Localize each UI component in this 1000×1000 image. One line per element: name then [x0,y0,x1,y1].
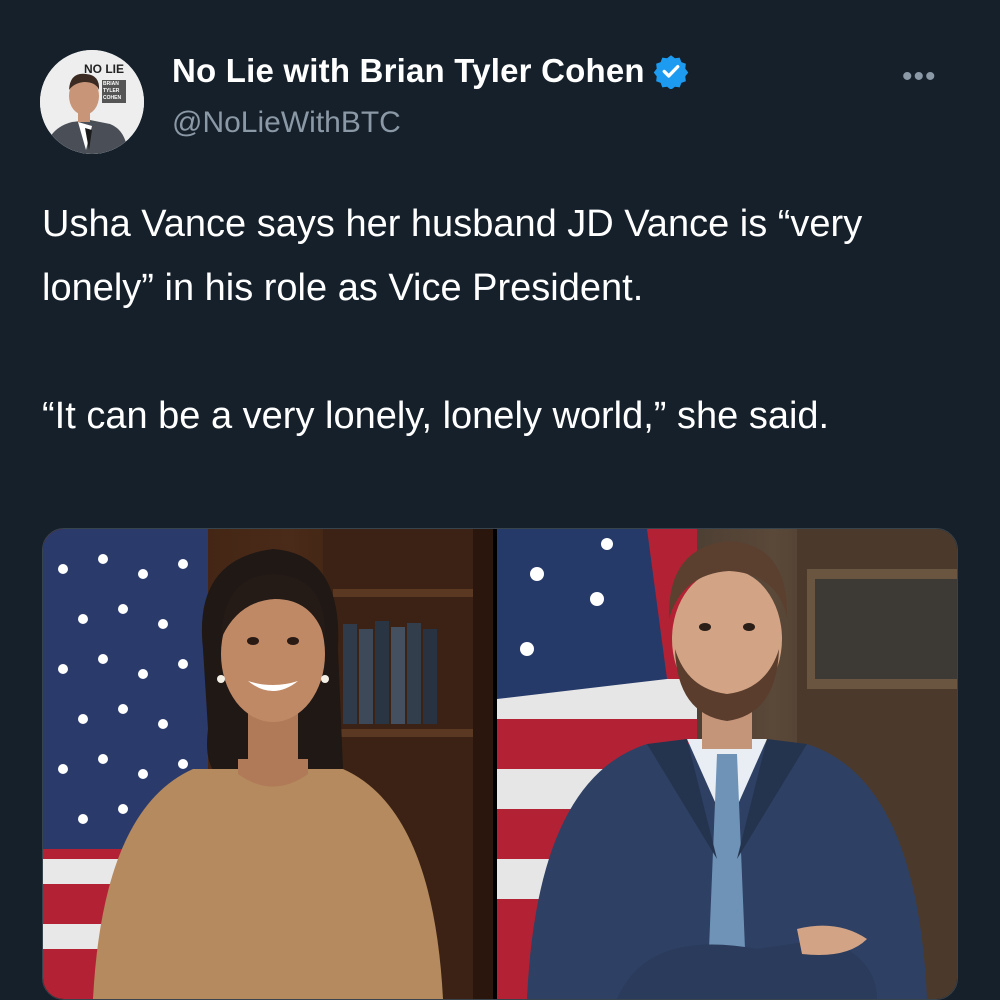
verified-badge-icon [653,55,688,89]
avatar-logo-title: NO LIE [84,62,125,76]
avatar-logo-subtitle: BRIAN TYLER COHEN [102,80,126,103]
account-name-row[interactable]: No Lie with Brian Tyler Cohen [172,52,689,90]
more-options-icon[interactable]: ••• [902,60,937,94]
display-name[interactable]: No Lie with Brian Tyler Cohen [172,52,645,90]
photo-jd-vance[interactable] [497,529,957,999]
portrait-man-image [497,529,957,999]
photo-usha-vance[interactable] [43,529,494,999]
tweet-text: Usha Vance says her husband JD Vance is … [42,203,863,437]
portrait-woman-image [43,529,494,999]
account-handle[interactable]: @NoLieWithBTC [172,106,401,140]
avatar[interactable]: NO LIE BRIAN TYLER COHEN [40,50,144,154]
tweet-media[interactable] [42,528,958,1000]
